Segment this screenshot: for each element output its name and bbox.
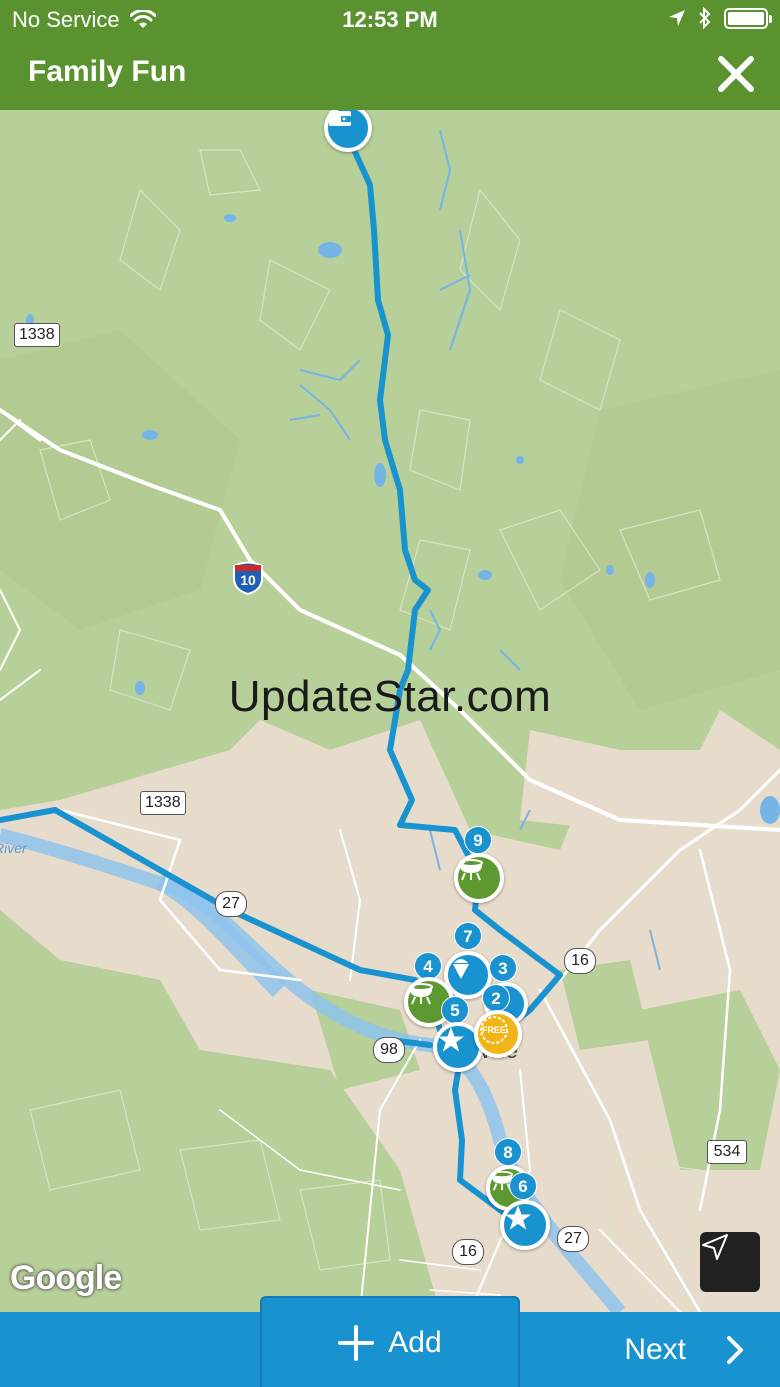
stop-number-badge: 9 bbox=[464, 826, 492, 854]
google-logo: Google bbox=[10, 1259, 122, 1297]
map-marker-free[interactable]: FREE bbox=[474, 1010, 522, 1058]
route-badge-1338: 1338 bbox=[140, 791, 186, 815]
stop-number-badge: 5 bbox=[441, 996, 469, 1024]
stop-number-badge: 7 bbox=[454, 922, 482, 950]
highway-badge-27: 27 bbox=[215, 891, 247, 917]
plus-icon bbox=[338, 1324, 375, 1361]
stop-number-badge: 4 bbox=[414, 952, 442, 980]
river-label: River bbox=[0, 840, 27, 856]
add-label: Add bbox=[388, 1325, 442, 1359]
svg-text:FREE: FREE bbox=[482, 1025, 506, 1035]
page-title: Family Fun bbox=[28, 55, 187, 88]
bottom-toolbar: Add Next bbox=[0, 1296, 780, 1387]
highway-badge-16: 16 bbox=[452, 1239, 484, 1265]
grill-icon bbox=[409, 983, 433, 1005]
add-button[interactable]: Add bbox=[260, 1296, 520, 1387]
chevron-right-icon bbox=[727, 1335, 743, 1364]
highway-badge-16: 16 bbox=[564, 948, 596, 974]
route-badge-1338: 1338 bbox=[14, 323, 60, 347]
status-bar: No Service 12:53 PM bbox=[0, 0, 780, 38]
close-button[interactable] bbox=[716, 54, 756, 94]
status-right bbox=[668, 7, 772, 29]
map-marker-grill[interactable] bbox=[454, 853, 504, 903]
highway-badge-27: 27 bbox=[557, 1226, 589, 1252]
watermark: UpdateStar.com bbox=[228, 672, 552, 721]
stop-number-badge: 2 bbox=[482, 984, 510, 1012]
free-badge-icon: FREE bbox=[480, 1016, 508, 1044]
next-label: Next bbox=[624, 1332, 686, 1366]
stop-number-badge: 6 bbox=[509, 1172, 537, 1200]
highway-badge-98: 98 bbox=[373, 1037, 405, 1063]
ice-cream-icon bbox=[453, 959, 469, 979]
bluetooth-icon bbox=[699, 7, 711, 29]
clock: 12:53 PM bbox=[342, 7, 438, 32]
stop-number-badge: 3 bbox=[489, 954, 517, 982]
stop-number-badge: 8 bbox=[494, 1138, 522, 1166]
battery-icon bbox=[724, 7, 772, 29]
close-icon bbox=[718, 56, 754, 92]
location-arrow-icon bbox=[669, 10, 685, 26]
grill-icon bbox=[459, 859, 483, 881]
nav-bar: Family Fun bbox=[0, 38, 780, 110]
my-location-button[interactable] bbox=[700, 1232, 760, 1292]
star-icon bbox=[505, 1205, 531, 1230]
wallet-icon bbox=[329, 111, 351, 126]
star-icon bbox=[438, 1027, 464, 1052]
map-view[interactable]: 1338 1338 27 98 16 16 27 534 10 River vi… bbox=[0, 110, 780, 1312]
interstate-label: 10 bbox=[240, 572, 256, 588]
route-badge-534: 534 bbox=[707, 1140, 747, 1164]
next-button[interactable]: Next bbox=[522, 1312, 780, 1387]
map-marker-star[interactable] bbox=[500, 1200, 550, 1250]
navigation-arrow-icon bbox=[702, 1234, 728, 1260]
